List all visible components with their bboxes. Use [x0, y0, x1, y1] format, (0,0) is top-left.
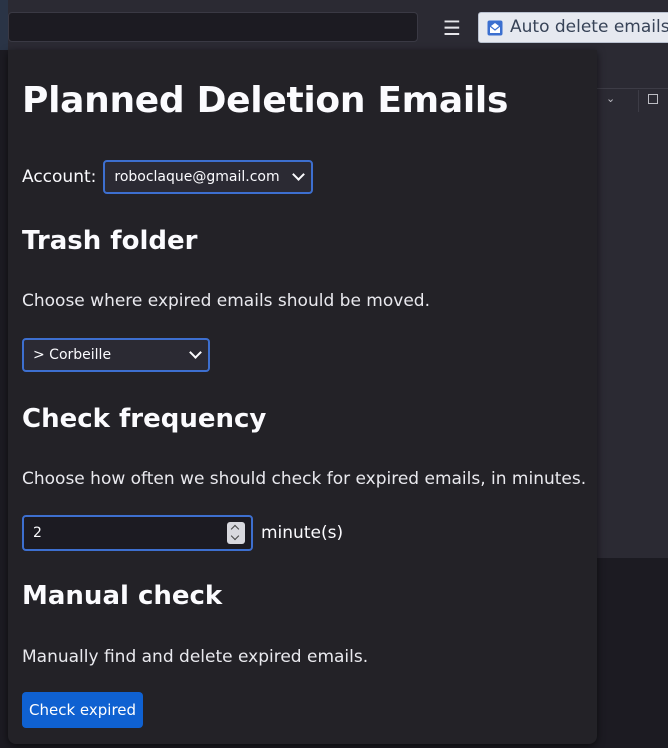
frequency-unit: minute(s)	[261, 523, 344, 543]
page-title: Planned Deletion Emails	[22, 80, 509, 121]
trash-folder-heading: Trash folder	[22, 226, 198, 256]
extension-label: Auto delete emails	[510, 17, 668, 37]
account-select[interactable]: roboclaque@gmail.com	[103, 160, 314, 194]
chevron-down-icon	[189, 346, 202, 359]
account-select-value: roboclaque@gmail.com	[114, 169, 280, 185]
manual-check-heading: Manual check	[22, 581, 223, 611]
divider	[638, 90, 639, 112]
account-label: Account:	[22, 167, 97, 187]
browser-toolbar: ☰ Auto delete emails	[0, 0, 668, 50]
divider	[596, 88, 668, 89]
extension-popup: Planned Deletion Emails Account: robocla…	[8, 50, 597, 744]
chevron-down-icon[interactable]: ⌄	[606, 92, 615, 105]
window-edge	[0, 0, 8, 50]
column-picker-icon[interactable]	[648, 94, 658, 104]
hamburger-menu-icon[interactable]: ☰	[438, 14, 466, 42]
check-frequency-description: Choose how often we should check for exp…	[22, 469, 587, 489]
chevron-down-icon	[230, 531, 240, 541]
screen: ☰ Auto delete emails ⌄ Planned Deletion …	[0, 0, 668, 748]
envelope-icon	[487, 20, 503, 36]
frequency-input[interactable]: 2	[22, 515, 253, 551]
background-pane: ⌄	[596, 50, 668, 558]
check-expired-button[interactable]: Check expired	[22, 692, 144, 728]
address-bar[interactable]	[8, 12, 418, 42]
background-lower	[596, 558, 668, 748]
account-row: Account: roboclaque@gmail.com	[22, 160, 314, 194]
frequency-row: 2 minute(s)	[22, 515, 343, 551]
check-frequency-heading: Check frequency	[22, 404, 267, 434]
trash-folder-select-value: > Corbeille	[33, 347, 112, 363]
extension-button[interactable]: Auto delete emails	[478, 12, 668, 43]
manual-check-description: Manually find and delete expired emails.	[22, 647, 369, 667]
trash-folder-description: Choose where expired emails should be mo…	[22, 291, 430, 311]
frequency-input-value: 2	[33, 525, 42, 541]
stepper-icon[interactable]	[227, 522, 245, 544]
chevron-down-icon	[292, 168, 306, 181]
trash-folder-select[interactable]: > Corbeille	[22, 338, 210, 372]
